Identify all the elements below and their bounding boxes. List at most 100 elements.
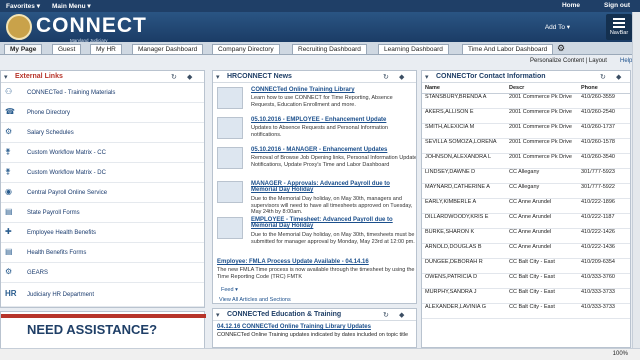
- main-menu[interactable]: Main Menu ▾: [52, 2, 91, 10]
- judiciary-seal-icon: [6, 14, 32, 40]
- table-row[interactable]: DUNGEE,DEBORAH R CC Balt City - East 410/2…: [422, 258, 630, 274]
- panel-options-icon[interactable]: ◆: [399, 311, 404, 319]
- refresh-icon[interactable]: ↻: [600, 73, 606, 81]
- column-header[interactable]: Phone: [578, 84, 630, 94]
- news-headline[interactable]: Employee: FMLA Process Update Available …: [217, 259, 369, 265]
- panel-options-icon[interactable]: ◆: [616, 73, 621, 81]
- collapse-icon[interactable]: ▾: [425, 73, 429, 81]
- news-item: EMPLOYEE - Timesheet: Advanced Payroll d…: [217, 217, 416, 257]
- external-links-panel: ▾ External Links ↻ ◆ ⚇ CONNECTed - Traini…: [0, 70, 205, 308]
- news-body: Due to the Memorial Day holiday, on May …: [251, 232, 415, 245]
- tab-settings-gear-icon[interactable]: ⚙: [557, 43, 565, 54]
- panel-header: ▾ CONNECTed Education & Training ↻ ◆: [213, 309, 416, 321]
- document-icon: ▤: [5, 207, 13, 216]
- table-row[interactable]: LINDSEY,DAWNE D CC Allegany 301/777-5923: [422, 168, 630, 184]
- news-body: Updates to Absence Requests and Personal…: [251, 125, 388, 138]
- table-row[interactable]: STANSBURY,BRENDA A 2001 Commerce Pk Drive…: [422, 93, 630, 109]
- news-panel: ▾ HRCONNECT News ↻ ◆ CONNECTed Online Tr…: [212, 70, 417, 304]
- tab-manager-dashboard[interactable]: Manager Dashboard: [132, 44, 204, 54]
- news-item: 05.10.2016 - MANAGER - Enhancement Updat…: [217, 147, 417, 181]
- news-headline[interactable]: 05.10.2016 - MANAGER - Enhancement Updat…: [251, 147, 387, 153]
- collapse-icon[interactable]: ▾: [216, 311, 220, 319]
- table-row[interactable]: ARNOLD,DOUGLAS B CC Anne Arundel 410/222-1…: [422, 243, 630, 259]
- dashboard-tabs: My Page Guest My HR Manager Dashboard Co…: [0, 42, 640, 55]
- tab-company-directory[interactable]: Company Directory: [212, 44, 280, 54]
- panel-title: CONNECTed Education & Training: [227, 311, 342, 318]
- tab-time-and-labor-dashboard[interactable]: Time And Labor Dashboard: [462, 44, 554, 54]
- tab-recruiting-dashboard[interactable]: Recruiting Dashboard: [292, 44, 367, 54]
- plus-icon: ✚: [5, 227, 12, 236]
- list-item[interactable]: ✚ Employee Health Benefits: [1, 223, 204, 243]
- table-row[interactable]: MURPHY,SANDRA J CC Balt City - East 410/33…: [422, 288, 630, 304]
- table-row[interactable]: BURKE,SHARON K CC Anne Arundel 410/222-142…: [422, 228, 630, 244]
- news-body: Removal of Browse Job Opening links, Per…: [251, 155, 417, 168]
- top-menu-bar: Favorites ▾ Main Menu ▾ Home Sign out: [0, 0, 640, 12]
- links-list: ⚇ CONNECTed - Training Materials ☎ Phone D…: [1, 83, 204, 307]
- home-link[interactable]: Home: [562, 2, 580, 9]
- panel-header: ▾ CONNECTor Contact Information ↻ ◆: [422, 71, 630, 83]
- news-body: Learn how to use CONNECT for Time Report…: [251, 95, 393, 108]
- news-item: Employee: FMLA Process Update Available …: [217, 259, 416, 285]
- table-row[interactable]: EARLY,KIMBERLE A CC Anne Arundel 410/222-1…: [422, 198, 630, 214]
- brand-header: CONNECT Maryland Judiciary Add To ▾ NavB…: [0, 12, 640, 43]
- book-icon: [217, 87, 243, 109]
- column-header[interactable]: Descr: [506, 84, 578, 94]
- list-item[interactable]: ◉ Central Payroll Online Service: [1, 183, 204, 203]
- status-bar: 100%: [0, 348, 640, 360]
- view-all-link[interactable]: View All Articles and Sections: [219, 297, 291, 303]
- list-item[interactable]: HR Judiciary HR Department: [1, 283, 204, 307]
- list-item[interactable]: ⚵ Custom Workflow Matrix - CC: [1, 143, 204, 163]
- page-scrollbar[interactable]: [632, 12, 640, 348]
- news-headline[interactable]: MANAGER - Approvals: Advanced Payroll du…: [251, 181, 416, 193]
- table-row[interactable]: OWENS,PATRICIA D CC Balt City - East 410/3…: [422, 273, 630, 289]
- navbar-button[interactable]: NavBar: [606, 14, 632, 40]
- list-item[interactable]: ⚙ GEARS: [1, 263, 204, 283]
- refresh-icon[interactable]: ↻: [383, 73, 389, 81]
- education-body: CONNECTed Online Training updates indica…: [217, 332, 409, 338]
- favorites-menu[interactable]: Favorites ▾: [6, 2, 40, 10]
- tab-guest[interactable]: Guest: [52, 44, 82, 54]
- table-row[interactable]: MAYNARD,CATHERINE A CC Allegany 301/777-59…: [422, 183, 630, 199]
- panel-title: External Links: [15, 73, 63, 80]
- list-item[interactable]: ⚙ Salary Schedules: [1, 123, 204, 143]
- table-row[interactable]: JOHNSON,ALEXANDRA L 2001 Commerce Pk Driv…: [422, 153, 630, 169]
- collapse-icon[interactable]: ▾: [4, 73, 8, 81]
- news-headline[interactable]: EMPLOYEE - Timesheet: Advanced Payroll d…: [251, 217, 416, 229]
- zoom-level[interactable]: 100%: [613, 351, 628, 357]
- column-header[interactable]: Name: [422, 84, 506, 94]
- table-row[interactable]: ALEXANDER,LAVINIA G CC Balt City - East 41…: [422, 303, 630, 319]
- page-options: Personalize Content | Layout Help: [0, 56, 640, 66]
- news-headline[interactable]: CONNECTed Online Training Library: [251, 87, 355, 93]
- feed-link[interactable]: Feed ▾: [221, 287, 238, 293]
- refresh-icon[interactable]: ↻: [383, 311, 389, 319]
- personalize-links[interactable]: Personalize Content | Layout: [530, 58, 607, 64]
- panel-options-icon[interactable]: ◆: [187, 73, 192, 81]
- table-row[interactable]: AKERS,ALLISON E 2001 Commerce Pk Drive 410…: [422, 108, 630, 124]
- table-row[interactable]: DILLARDWOODY,KRIS E CC Anne Arundel 410/22…: [422, 213, 630, 229]
- gear-icon: ⚙: [5, 267, 13, 276]
- list-item[interactable]: ⚵ Custom Workflow Matrix - DC: [1, 163, 204, 183]
- list-item[interactable]: ☎ Phone Directory: [1, 103, 204, 123]
- sign-out-link[interactable]: Sign out: [604, 2, 630, 9]
- list-item[interactable]: ▤ Health Benefits Forms: [1, 243, 204, 263]
- education-headline[interactable]: 04.12.16 CONNECTed Online Training Libra…: [217, 324, 371, 330]
- help-link[interactable]: Help: [620, 58, 632, 64]
- table-row[interactable]: SMITH,ALEXICIA M 2001 Commerce Pk Drive 41…: [422, 123, 630, 139]
- app-logo: CONNECT: [36, 14, 147, 37]
- tab-my-hr[interactable]: My HR: [90, 44, 122, 54]
- table-row[interactable]: SEVILLA SOMOZA,LORENA 2001 Commerce Pk Dr…: [422, 138, 630, 154]
- panel-header: ▾ External Links ↻ ◆: [1, 71, 204, 83]
- news-headline[interactable]: 05.10.2016 - EMPLOYEE - Enhancement Upda…: [251, 117, 386, 123]
- list-item[interactable]: ⚇ CONNECTed - Training Materials: [1, 83, 204, 103]
- refresh-icon[interactable]: ↻: [171, 73, 177, 81]
- list-item[interactable]: ▤ State Payroll Forms: [1, 203, 204, 223]
- navbar-label: NavBar: [609, 30, 629, 36]
- collapse-icon[interactable]: ▾: [216, 73, 220, 81]
- tab-learning-dashboard[interactable]: Learning Dashboard: [378, 44, 449, 54]
- add-to-menu[interactable]: Add To ▾: [545, 23, 570, 31]
- panel-title: CONNECTor Contact Information: [436, 73, 546, 80]
- panel-header: ▾ HRCONNECT News ↻ ◆: [213, 71, 416, 83]
- panel-options-icon[interactable]: ◆: [399, 73, 404, 81]
- banner-stripe: [1, 314, 206, 318]
- tab-my-page[interactable]: My Page: [4, 44, 43, 54]
